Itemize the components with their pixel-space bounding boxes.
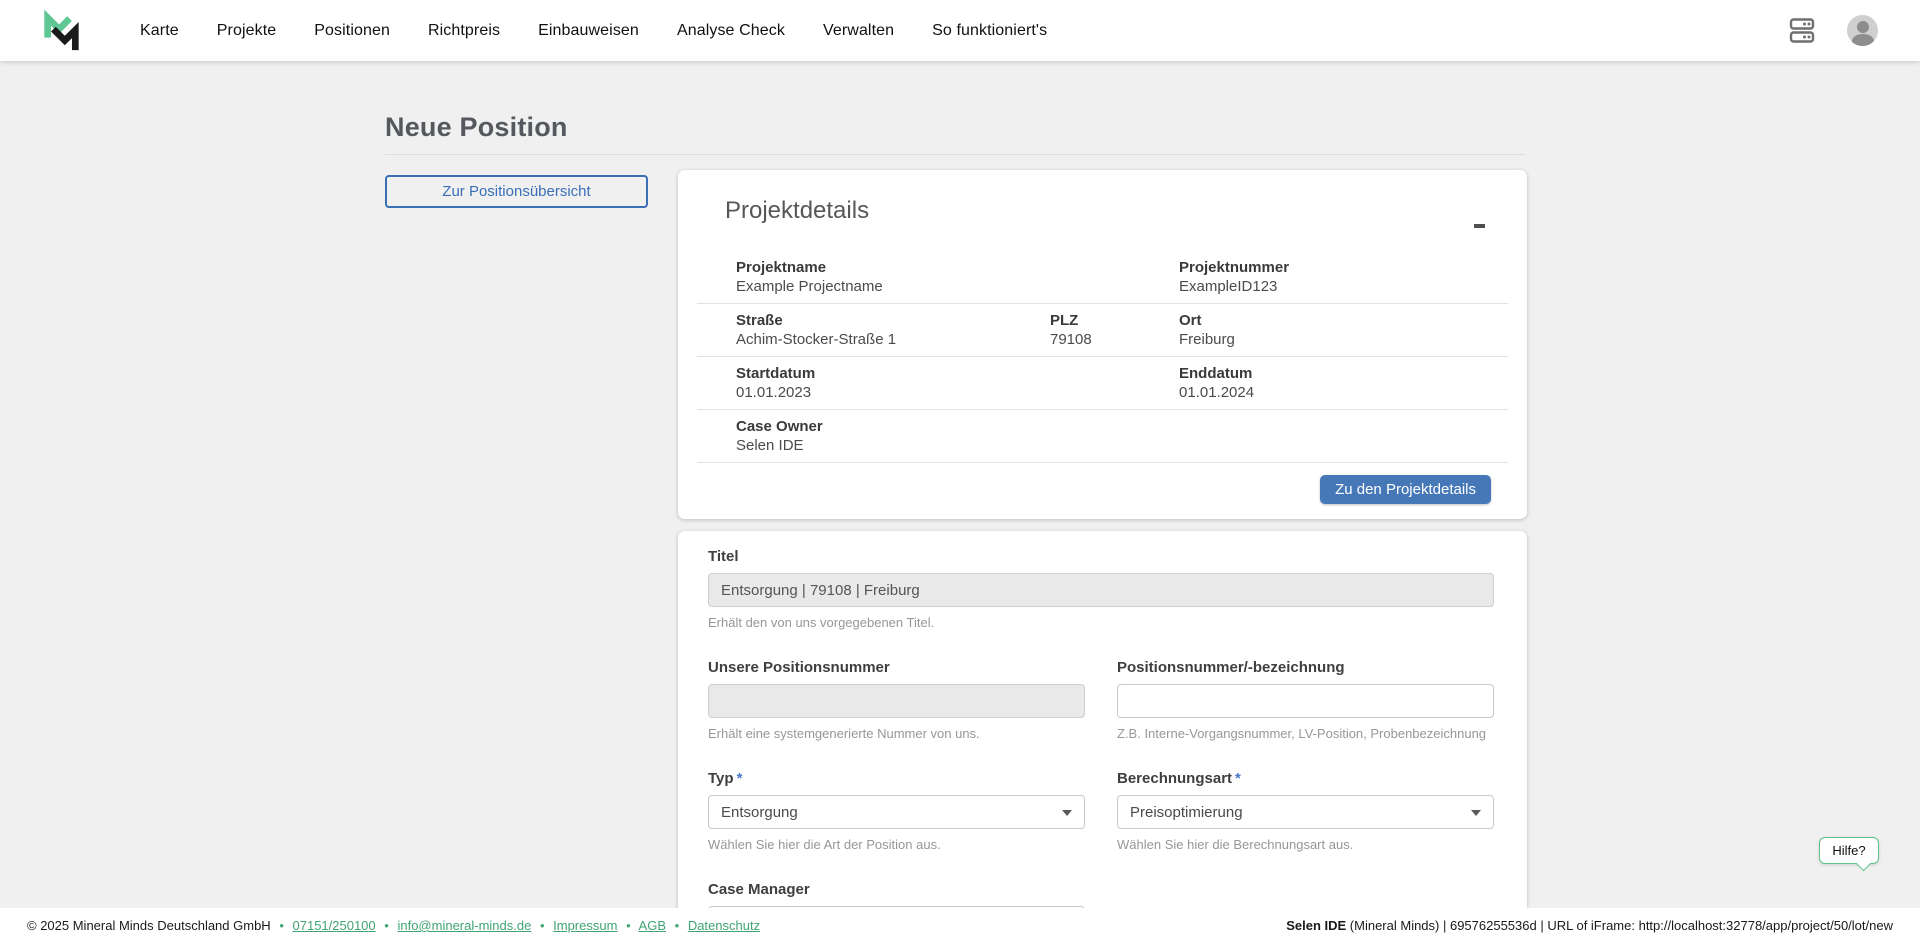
titel-field-group: Titel Erhält den von uns vorgegebenen Ti…: [708, 548, 1494, 630]
case-manager-group: Case Manager: [708, 881, 1085, 908]
our-position-number-label: Unsere Positionsnummer: [708, 659, 1085, 677]
session-details: (Mineral Minds) | 69576255536d | URL of …: [1346, 918, 1893, 933]
minus-icon: [1474, 224, 1485, 228]
position-number-helper-text: Z.B. Interne-Vorgangsnummer, LV-Position…: [1117, 726, 1494, 741]
table-row: Projektname Example Projectname Projektn…: [697, 251, 1508, 304]
berechnungsart-helper-text: Wählen Sie hier die Berechnungsart aus.: [1117, 837, 1494, 852]
required-asterisk: *: [1235, 770, 1241, 787]
position-number-label: Positionsnummer/-bezeichnung: [1117, 659, 1494, 677]
footer-left: © 2025 Mineral Minds Deutschland GmbH • …: [27, 918, 760, 933]
dot-separator: •: [384, 918, 389, 933]
copyright-text: © 2025 Mineral Minds Deutschland GmbH: [27, 918, 271, 933]
our-position-number-group: Unsere Positionsnummer Erhält eine syste…: [708, 659, 1085, 741]
project-card-header: Projektdetails: [678, 170, 1527, 225]
user-avatar-icon[interactable]: [1847, 15, 1878, 46]
form-row-case-manager: Case Manager: [708, 881, 1494, 908]
nav-item-projekte[interactable]: Projekte: [217, 22, 277, 40]
field-case-owner: Case Owner Selen IDE: [697, 417, 1508, 456]
case-manager-label: Case Manager: [708, 881, 1085, 899]
avatar-body: [1852, 34, 1874, 46]
position-number-group: Positionsnummer/-bezeichnung Z.B. Intern…: [1117, 659, 1494, 741]
server-icon[interactable]: [1789, 17, 1815, 44]
agb-link[interactable]: AGB: [639, 918, 666, 933]
typ-group: Typ* Entsorgung Wählen Sie hier die Art …: [708, 770, 1085, 852]
datenschutz-link[interactable]: Datenschutz: [688, 918, 760, 933]
nav-item-verwalten[interactable]: Verwalten: [823, 22, 894, 40]
typ-label: Typ*: [708, 770, 1085, 788]
table-row: Startdatum 01.01.2023 Enddatum 01.01.202…: [697, 357, 1508, 410]
nav-right-actions: [1789, 15, 1878, 46]
main-menu: Karte Projekte Positionen Richtpreis Ein…: [140, 22, 1047, 40]
nav-item-analyse-check[interactable]: Analyse Check: [677, 22, 785, 40]
project-card-title: Projektdetails: [725, 197, 1480, 225]
dot-separator: •: [279, 918, 284, 933]
titel-input[interactable]: [708, 573, 1494, 607]
email-link[interactable]: info@mineral-minds.de: [397, 918, 531, 933]
position-overview-button[interactable]: Zur Positionsübersicht: [385, 175, 648, 208]
field-projektname: Projektname Example Projectname: [697, 258, 1179, 297]
field-enddatum: Enddatum 01.01.2024: [1179, 364, 1508, 403]
required-asterisk: *: [737, 770, 743, 787]
dot-separator: •: [540, 918, 545, 933]
form-row-type: Typ* Entsorgung Wählen Sie hier die Art …: [708, 770, 1494, 852]
nav-item-positionen[interactable]: Positionen: [314, 22, 390, 40]
our-position-number-helper-text: Erhält eine systemgenerierte Nummer von …: [708, 726, 1085, 741]
impressum-link[interactable]: Impressum: [553, 918, 617, 933]
field-startdatum: Startdatum 01.01.2023: [697, 364, 1179, 403]
phone-link[interactable]: 07151/250100: [293, 918, 376, 933]
top-nav: Karte Projekte Positionen Richtpreis Ein…: [0, 0, 1920, 61]
project-details-card: Projektdetails Projektname Example Proje…: [678, 170, 1527, 519]
typ-select[interactable]: Entsorgung: [708, 795, 1085, 829]
chevron-down-icon: [1471, 810, 1481, 816]
mineral-minds-logo-icon[interactable]: [40, 9, 82, 53]
dot-separator: •: [626, 918, 631, 933]
form-row-numbers: Unsere Positionsnummer Erhält eine syste…: [708, 659, 1494, 741]
our-position-number-input[interactable]: [708, 684, 1085, 718]
titel-label: Titel: [708, 548, 1494, 566]
typ-selected-value: Entsorgung: [721, 804, 798, 821]
nav-item-karte[interactable]: Karte: [140, 22, 179, 40]
nav-item-so-funktionierts[interactable]: So funktioniert's: [932, 22, 1047, 40]
berechnungsart-select[interactable]: Preisoptimierung: [1117, 795, 1494, 829]
footer-session-info: Selen IDE (Mineral Minds) | 69576255536d…: [1286, 918, 1893, 933]
title-divider: [385, 154, 1525, 155]
avatar-head: [1857, 21, 1869, 33]
table-row: Straße Achim-Stocker-Straße 1 PLZ 79108 …: [697, 304, 1508, 357]
collapse-card-button[interactable]: [1467, 216, 1491, 236]
field-strasse: Straße Achim-Stocker-Straße 1: [697, 311, 1050, 350]
position-number-input[interactable]: [1117, 684, 1494, 718]
go-to-project-details-button[interactable]: Zu den Projektdetails: [1320, 475, 1491, 504]
field-plz: PLZ 79108: [1050, 311, 1179, 350]
project-details-table: Projektname Example Projectname Projektn…: [697, 251, 1508, 463]
page-title: Neue Position: [385, 112, 568, 143]
berechnungsart-selected-value: Preisoptimierung: [1130, 804, 1243, 821]
typ-helper-text: Wählen Sie hier die Art der Position aus…: [708, 837, 1085, 852]
berechnungsart-label: Berechnungsart*: [1117, 770, 1494, 788]
session-user: Selen IDE: [1286, 918, 1346, 933]
footer: © 2025 Mineral Minds Deutschland GmbH • …: [0, 908, 1920, 943]
help-button[interactable]: Hilfe?: [1819, 837, 1879, 864]
table-row: Case Owner Selen IDE: [697, 410, 1508, 463]
nav-item-einbauweisen[interactable]: Einbauweisen: [538, 22, 639, 40]
titel-helper-text: Erhält den von uns vorgegebenen Titel.: [708, 615, 1494, 630]
project-card-actions: Zu den Projektdetails: [678, 475, 1491, 504]
nav-item-richtpreis[interactable]: Richtpreis: [428, 22, 500, 40]
field-ort: Ort Freiburg: [1179, 311, 1508, 350]
chevron-down-icon: [1062, 810, 1072, 816]
dot-separator: •: [675, 918, 680, 933]
berechnungsart-group: Berechnungsart* Preisoptimierung Wählen …: [1117, 770, 1494, 852]
new-position-form-card: Titel Erhält den von uns vorgegebenen Ti…: [678, 531, 1527, 908]
field-projektnummer: Projektnummer ExampleID123: [1179, 258, 1508, 297]
